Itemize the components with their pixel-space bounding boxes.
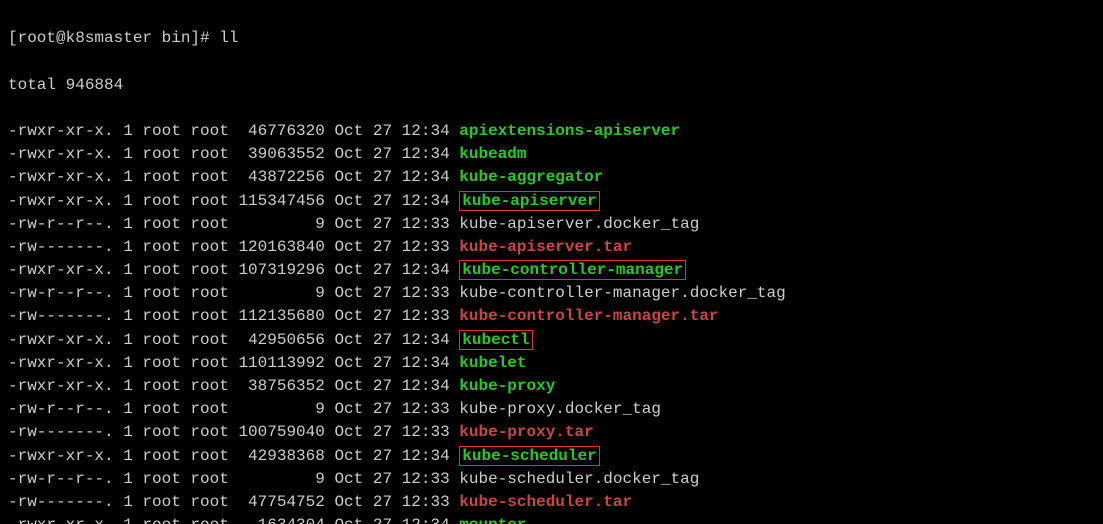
file-meta: -rw-------. 1 root root 112135680 Oct 27… (8, 307, 459, 325)
file-meta: -rwxr-xr-x. 1 root root 42938368 Oct 27 … (8, 447, 459, 465)
file-name: kube-proxy (459, 377, 555, 395)
file-row: -rwxr-xr-x. 1 root root 42938368 Oct 27 … (8, 445, 1095, 468)
file-meta: -rw-------. 1 root root 47754752 Oct 27 … (8, 493, 459, 511)
file-meta: -rw-r--r--. 1 root root 9 Oct 27 12:33 (8, 284, 459, 302)
file-name: kube-apiserver.docker_tag (459, 215, 699, 233)
file-name: kube-controller-manager.tar (459, 307, 718, 325)
file-row: -rwxr-xr-x. 1 root root 107319296 Oct 27… (8, 259, 1095, 282)
file-name: kubelet (459, 354, 526, 372)
file-row: -rw-r--r--. 1 root root 9 Oct 27 12:33 k… (8, 398, 1095, 421)
file-row: -rw-r--r--. 1 root root 9 Oct 27 12:33 k… (8, 282, 1095, 305)
file-row: -rwxr-xr-x. 1 root root 115347456 Oct 27… (8, 190, 1095, 213)
file-meta: -rwxr-xr-x. 1 root root 110113992 Oct 27… (8, 354, 459, 372)
file-meta: -rwxr-xr-x. 1 root root 107319296 Oct 27… (8, 261, 459, 279)
file-meta: -rw-r--r--. 1 root root 9 Oct 27 12:33 (8, 215, 459, 233)
file-meta: -rwxr-xr-x. 1 root root 42950656 Oct 27 … (8, 331, 459, 349)
file-meta: -rw-r--r--. 1 root root 9 Oct 27 12:33 (8, 470, 459, 488)
file-row: -rw-r--r--. 1 root root 9 Oct 27 12:33 k… (8, 213, 1095, 236)
file-row: -rwxr-xr-x. 1 root root 43872256 Oct 27 … (8, 166, 1095, 189)
file-meta: -rw-------. 1 root root 120163840 Oct 27… (8, 238, 459, 256)
file-row: -rwxr-xr-x. 1 root root 42950656 Oct 27 … (8, 329, 1095, 352)
file-name: kubectl (459, 330, 532, 350)
terminal-window[interactable]: [root@k8smaster bin]# ll total 946884 -r… (0, 0, 1103, 524)
file-name: kube-controller-manager.docker_tag (459, 284, 785, 302)
file-meta: -rwxr-xr-x. 1 root root 46776320 Oct 27 … (8, 122, 459, 140)
file-meta: -rwxr-xr-x. 1 root root 115347456 Oct 27… (8, 192, 459, 210)
file-name: kube-scheduler (459, 446, 599, 466)
file-meta: -rwxr-xr-x. 1 root root 43872256 Oct 27 … (8, 168, 459, 186)
file-meta: -rwxr-xr-x. 1 root root 39063552 Oct 27 … (8, 145, 459, 163)
cmd-ll: ll (219, 29, 238, 47)
total-line: total 946884 (8, 74, 1095, 97)
file-row: -rw-r--r--. 1 root root 9 Oct 27 12:33 k… (8, 468, 1095, 491)
file-name: mounter (459, 516, 526, 524)
file-name: kube-apiserver.tar (459, 238, 632, 256)
file-row: -rwxr-xr-x. 1 root root 46776320 Oct 27 … (8, 120, 1095, 143)
prompt-line-1: [root@k8smaster bin]# ll (8, 27, 1095, 50)
file-meta: -rw-------. 1 root root 100759040 Oct 27… (8, 423, 459, 441)
file-row: -rwxr-xr-x. 1 root root 1634304 Oct 27 1… (8, 514, 1095, 524)
file-row: -rw-------. 1 root root 100759040 Oct 27… (8, 421, 1095, 444)
prompt-1: [root@k8smaster bin]# (8, 29, 219, 47)
file-name: kubeadm (459, 145, 526, 163)
file-name: apiextensions-apiserver (459, 122, 680, 140)
file-meta: -rwxr-xr-x. 1 root root 38756352 Oct 27 … (8, 377, 459, 395)
file-row: -rwxr-xr-x. 1 root root 110113992 Oct 27… (8, 352, 1095, 375)
file-name: kube-proxy.docker_tag (459, 400, 661, 418)
file-row: -rwxr-xr-x. 1 root root 38756352 Oct 27 … (8, 375, 1095, 398)
file-name: kube-proxy.tar (459, 423, 593, 441)
file-name: kube-apiserver (459, 191, 599, 211)
file-row: -rw-------. 1 root root 112135680 Oct 27… (8, 305, 1095, 328)
file-meta: -rwxr-xr-x. 1 root root 1634304 Oct 27 1… (8, 516, 459, 524)
file-name: kube-scheduler.tar (459, 493, 632, 511)
file-name: kube-scheduler.docker_tag (459, 470, 699, 488)
file-name: kube-aggregator (459, 168, 603, 186)
file-row: -rw-------. 1 root root 120163840 Oct 27… (8, 236, 1095, 259)
file-row: -rwxr-xr-x. 1 root root 39063552 Oct 27 … (8, 143, 1095, 166)
file-row: -rw-------. 1 root root 47754752 Oct 27 … (8, 491, 1095, 514)
file-name: kube-controller-manager (459, 260, 686, 280)
file-meta: -rw-r--r--. 1 root root 9 Oct 27 12:33 (8, 400, 459, 418)
